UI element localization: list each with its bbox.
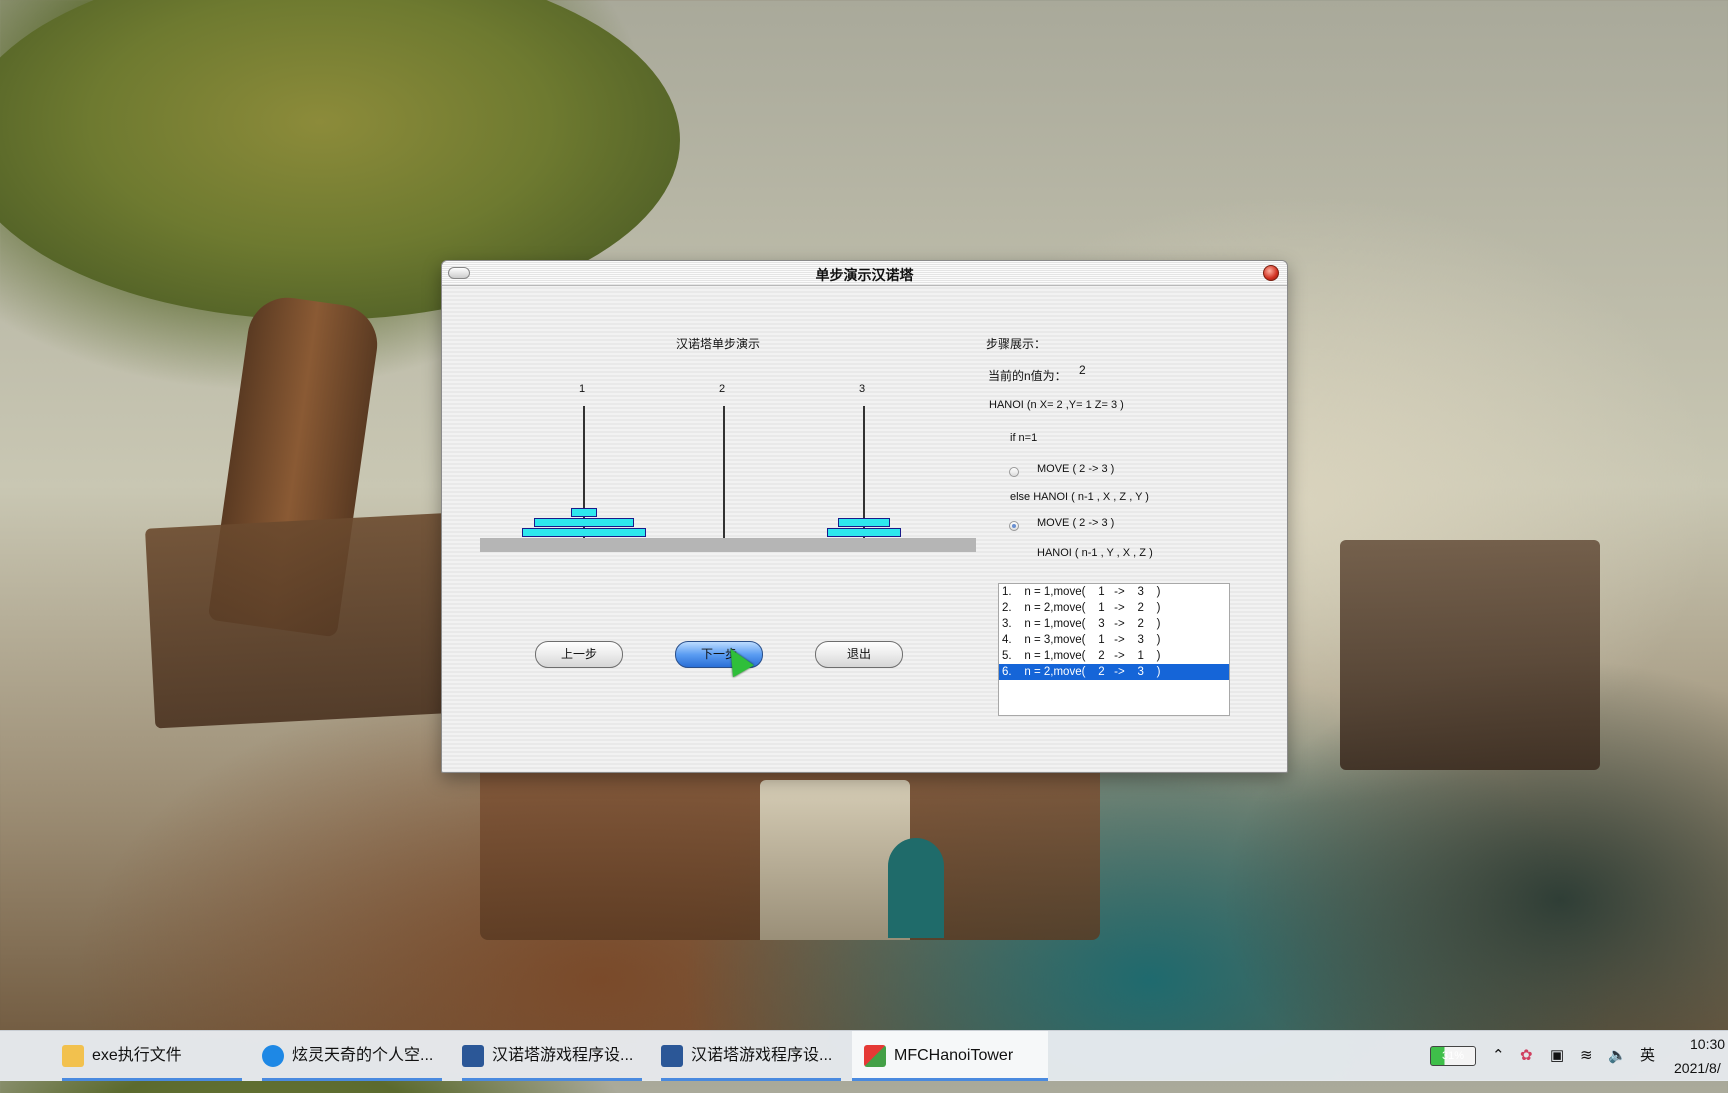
hanoi-recursive-line: HANOI ( n-1 , Y , X , Z ) (1037, 547, 1153, 559)
radio-else-branch[interactable] (1009, 521, 1019, 531)
step-item[interactable]: 1. n = 1,move( 1 -> 3 ) (999, 584, 1229, 600)
wifi-icon[interactable]: ≋ (1580, 1031, 1593, 1081)
wallpaper-tower (760, 780, 910, 940)
current-n-value: 2 (1079, 363, 1086, 377)
speaker-icon[interactable]: 🔈 (1608, 1031, 1627, 1081)
taskbar-item-word-1[interactable]: 汉诺塔游戏程序设... (462, 1031, 642, 1081)
step-item[interactable]: 3. n = 1,move( 3 -> 2 ) (999, 616, 1229, 632)
taskbar-label: 炫灵天奇的个人空... (292, 1047, 434, 1064)
prev-step-button[interactable]: 上一步 (535, 641, 623, 668)
disk-rod1-medium (534, 518, 634, 527)
if-line: if n=1 (1010, 432, 1038, 444)
step-item[interactable]: 4. n = 3,move( 1 -> 3 ) (999, 632, 1229, 648)
step-item[interactable]: 5. n = 1,move( 2 -> 1 ) (999, 648, 1229, 664)
taskbar-item-browser[interactable]: 炫灵天奇的个人空... (262, 1031, 442, 1081)
taskbar: exe执行文件 炫灵天奇的个人空... 汉诺塔游戏程序设... 汉诺塔游戏程序设… (0, 1030, 1728, 1081)
current-n-label: 当前的n值为： (988, 369, 1067, 383)
hanoi-dialog: 单步演示汉诺塔 汉诺塔单步演示 1 2 3 上一步 下一步 退出 步骤展示： 当… (441, 260, 1288, 773)
rod-label-2: 2 (719, 383, 726, 395)
step-item-selected[interactable]: 6. n = 2,move( 2 -> 3 ) (999, 664, 1229, 680)
folder-icon (62, 1044, 84, 1067)
app-tray-icon[interactable]: ✿ (1520, 1031, 1533, 1081)
mfc-app-icon (864, 1044, 886, 1067)
step-item[interactable]: 2. n = 2,move( 1 -> 2 ) (999, 600, 1229, 616)
browser-icon (262, 1044, 284, 1067)
dialog-titlebar[interactable]: 单步演示汉诺塔 (442, 261, 1287, 286)
dialog-title: 单步演示汉诺塔 (815, 267, 914, 283)
disk-rod3-small (838, 518, 890, 527)
steps-label: 步骤展示： (986, 337, 1047, 351)
taskbar-label: MFCHanoiTower (894, 1047, 1014, 1064)
close-button[interactable] (1263, 265, 1279, 281)
word-icon (462, 1044, 484, 1067)
taskbar-item-word-2[interactable]: 汉诺塔游戏程序设... (661, 1031, 841, 1081)
battery-indicator[interactable]: 31% (1430, 1046, 1476, 1066)
taskbar-label: 汉诺塔游戏程序设... (492, 1047, 634, 1064)
disk-rod1-large (522, 528, 646, 537)
chevron-up-icon[interactable]: ⌃ (1492, 1031, 1505, 1081)
taskbar-label: 汉诺塔游戏程序设... (691, 1047, 833, 1064)
ime-indicator[interactable]: 英 (1640, 1031, 1655, 1081)
move-line-if: MOVE ( 2 -> 3 ) (1037, 463, 1115, 475)
disk-rod3-medium (827, 528, 901, 537)
rod-label-1: 1 (579, 383, 586, 395)
wallpaper-treehouse-left (144, 511, 486, 729)
hanoi-call-line: HANOI (n X= 2 ,Y= 1 Z= 3 ) (989, 399, 1124, 411)
else-line: else HANOI ( n-1 , X , Z , Y ) (1010, 491, 1149, 503)
rod-2 (723, 406, 725, 538)
disk-rod1-small (571, 508, 597, 517)
taskbar-item-exe-folder[interactable]: exe执行文件 (62, 1031, 242, 1081)
demo-title: 汉诺塔单步演示 (676, 337, 761, 351)
wallpaper-tree-trunk (207, 292, 383, 638)
taskbar-label: exe执行文件 (92, 1047, 182, 1064)
word-icon (661, 1044, 683, 1067)
device-icon[interactable]: ▣ (1550, 1031, 1564, 1081)
clock-date[interactable]: 2021/8/ (1674, 1043, 1721, 1093)
steps-listbox[interactable]: 1. n = 1,move( 1 -> 3 ) 2. n = 2,move( 1… (998, 583, 1230, 716)
radio-if-branch[interactable] (1009, 467, 1019, 477)
wallpaper-door (888, 838, 944, 938)
exit-button[interactable]: 退出 (815, 641, 903, 668)
rod-label-3: 3 (859, 383, 866, 395)
move-line-else: MOVE ( 2 -> 3 ) (1037, 517, 1115, 529)
wallpaper-treehouse-right (1340, 540, 1600, 770)
tower-base (480, 538, 976, 552)
taskbar-item-mfchanoitower[interactable]: MFCHanoiTower (852, 1031, 1048, 1081)
